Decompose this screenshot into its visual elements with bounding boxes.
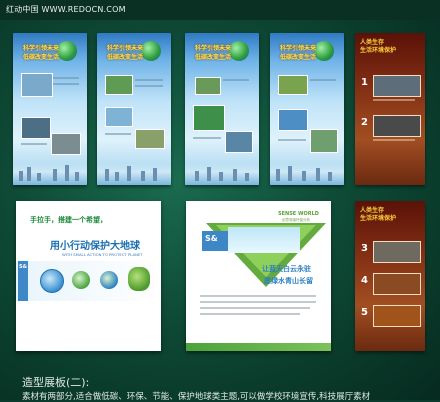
photo (278, 75, 308, 95)
panel-header: 科学引领未来 低碳改变生活 (280, 41, 334, 67)
mascot-icon (128, 267, 150, 291)
globe-icon (141, 41, 161, 61)
board-slogan-line1: 手拉手，搭建一个希望， (30, 216, 107, 224)
item-number: 4 (361, 275, 368, 286)
photo (105, 75, 133, 95)
logo-block: S& (18, 261, 28, 301)
earth-icon (100, 271, 118, 289)
panel-title-line1: 科学引领未来 (195, 45, 232, 52)
globe-icon (314, 41, 334, 61)
photo (21, 117, 51, 139)
board-left: 手拉手，搭建一个希望， 用小行动保护大地球 WITH SMALL ACTION … (16, 201, 161, 351)
globe-icon (57, 41, 77, 61)
panel-title-line1: 科学引领未来 (107, 45, 144, 52)
title-line1: 人类生存 (360, 207, 385, 214)
text-line (373, 99, 415, 101)
text-line (200, 295, 316, 297)
photo (51, 133, 81, 155)
panel-title-line2: 低碳改变生活 (280, 54, 317, 61)
text-line (193, 137, 221, 139)
photo (135, 129, 165, 149)
blue-panel-1: 科学引领未来 低碳改变生活 (13, 33, 87, 185)
text-line (278, 139, 306, 141)
panel-title-line2: 低碳改变生活 (195, 54, 232, 61)
city-skyline (97, 163, 171, 185)
sky-image (228, 227, 300, 253)
brown-panel-title: 人类生存 生活环境保护 (360, 39, 396, 55)
item-number: 1 (361, 77, 368, 88)
photo (105, 107, 133, 127)
item-number: 2 (361, 117, 368, 128)
caption-title: 造型展板(二): (22, 376, 90, 389)
panel-header: 科学引领未来 低碳改变生活 (107, 41, 161, 67)
item-number: 3 (361, 243, 368, 254)
photo (373, 75, 421, 97)
city-skyline (13, 163, 87, 185)
photo (373, 273, 421, 295)
brand-name: SENSE WORLD (278, 211, 319, 217)
text-line (310, 79, 336, 81)
photo (373, 115, 421, 137)
panel-title-line1: 科学引领未来 (23, 45, 60, 52)
text-line (200, 307, 310, 309)
board-right: SENSE WORLD 创意低碳环保分析 S& 让蓝天白云永驻 愿绿水青山长留 (186, 201, 331, 351)
globe-icon (40, 269, 64, 293)
photo (195, 77, 221, 95)
title-line2: 生活环境保护 (360, 47, 397, 54)
text-line (373, 139, 415, 141)
brown-panel-top: 人类生存 生活环境保护 1 2 (355, 33, 425, 185)
brown-panel-bottom: 人类生存 生活环境保护 3 4 5 (355, 201, 425, 351)
text-line (21, 143, 47, 145)
blue-panel-4: 科学引领未来 低碳改变生活 (270, 33, 344, 185)
globe-icon (229, 41, 249, 61)
panel-header: 科学引领未来 低碳改变生活 (23, 41, 77, 67)
text-line (135, 79, 163, 81)
text-line (200, 313, 300, 315)
brown-panel-title: 人类生存 生活环境保护 (360, 207, 396, 223)
text-line (223, 79, 249, 81)
title-line2: 生活环境保护 (360, 215, 397, 222)
blue-panel-2: 科学引领未来 低碳改变生活 (97, 33, 171, 185)
green-footer-band (186, 343, 331, 351)
panel-title-line2: 低碳改变生活 (23, 54, 60, 61)
photo (310, 129, 338, 153)
text-line (105, 133, 131, 135)
text-line (135, 85, 163, 87)
photo (278, 109, 308, 131)
leaf-icon (72, 271, 90, 289)
panel-title-line1: 科学引领未来 (280, 45, 317, 52)
board-slogan-english: WITH SMALL ACTION TO PROTECT PLANET (62, 252, 143, 257)
item-number: 5 (361, 307, 368, 318)
photo (193, 105, 225, 131)
panel-header: 科学引领未来 低碳改变生活 (195, 41, 249, 67)
city-skyline (270, 163, 344, 185)
text-line (53, 77, 79, 79)
caption-description: 素材有两部分,适合做低碳、环保、节能、保护地球类主题,可以做学校环境宣传,科技展… (22, 392, 371, 402)
text-line (53, 83, 79, 85)
board-slogan-line2: 用小行动保护大地球 (50, 241, 140, 252)
photo (373, 241, 421, 263)
watermark-text: 红动中国 WWW.REDOCN.COM (6, 5, 126, 14)
top-bar: 红动中国 WWW.REDOCN.COM (0, 0, 440, 20)
blue-panel-3: 科学引领未来 低碳改变生活 (185, 33, 259, 185)
photo (225, 131, 253, 153)
city-skyline (185, 163, 259, 185)
logo-block: S& (202, 231, 228, 251)
photo (373, 305, 421, 327)
board-caption-line1: 让蓝天白云永驻 (262, 265, 311, 273)
text-line (200, 301, 316, 303)
board-caption-line2: 愿绿水青山长留 (264, 277, 313, 285)
panel-title-line2: 低碳改变生活 (107, 54, 144, 61)
photo (21, 73, 53, 97)
title-line1: 人类生存 (360, 39, 385, 46)
